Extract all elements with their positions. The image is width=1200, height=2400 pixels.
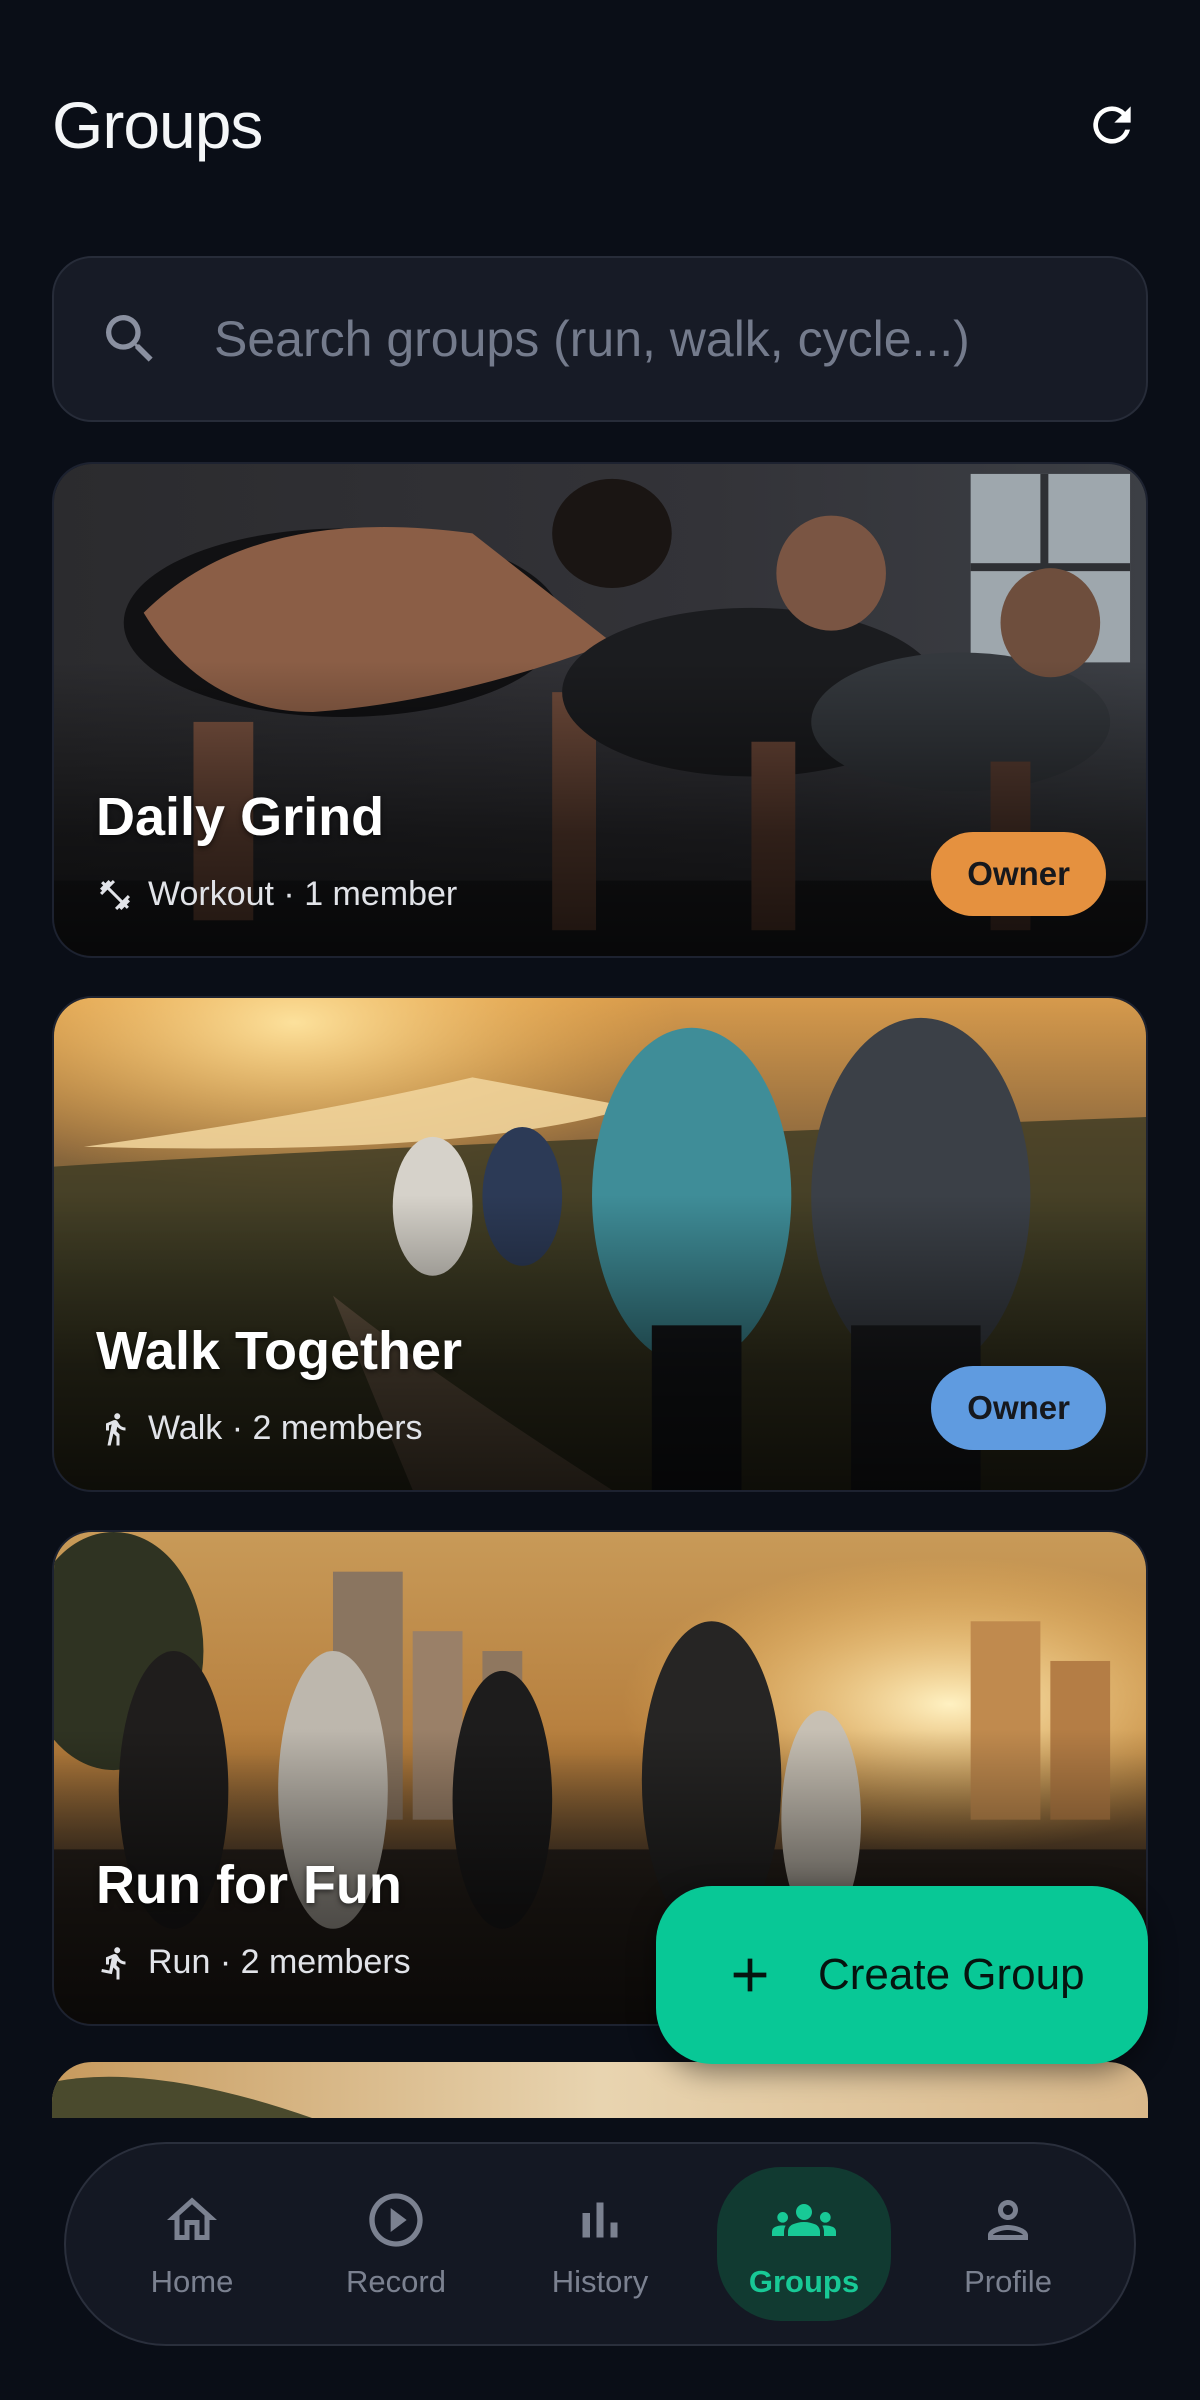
run-icon xyxy=(96,1944,134,1982)
search-input[interactable] xyxy=(214,310,1102,368)
home-icon xyxy=(160,2188,224,2252)
group-cover-image xyxy=(52,2062,1148,2118)
group-card-daily-grind[interactable]: Daily Grind Workout · 1 member Owner xyxy=(52,462,1148,958)
group-meta: Run · 2 members xyxy=(96,1943,411,1982)
nav-label-history: History xyxy=(551,2264,649,2299)
plus-icon xyxy=(733,1958,767,1992)
bar-chart-icon xyxy=(568,2188,632,2252)
person-icon xyxy=(976,2188,1040,2252)
nav-item-groups[interactable]: Groups xyxy=(717,2167,891,2321)
refresh-icon xyxy=(1093,106,1131,144)
group-name: Walk Together xyxy=(96,1321,463,1381)
bottom-nav: Home Record History Groups Profile xyxy=(64,2142,1136,2346)
search-bar[interactable] xyxy=(52,256,1148,422)
nav-label-home: Home xyxy=(150,2264,234,2299)
group-name: Daily Grind xyxy=(96,787,385,847)
search-icon xyxy=(106,315,153,362)
group-card-partial[interactable] xyxy=(52,2062,1148,2118)
group-card-walk-together[interactable]: Walk Together Walk · 2 members Owner xyxy=(52,996,1148,1492)
group-name: Run for Fun xyxy=(96,1855,402,1915)
groups-icon xyxy=(772,2188,836,2252)
owner-badge: Owner xyxy=(931,832,1106,916)
group-meta: Walk · 2 members xyxy=(96,1409,423,1448)
page-title: Groups xyxy=(52,88,263,162)
nav-item-history[interactable]: History xyxy=(513,2167,687,2321)
nav-label-profile: Profile xyxy=(964,2264,1052,2299)
nav-item-record[interactable]: Record xyxy=(309,2167,483,2321)
header: Groups xyxy=(52,80,1148,170)
group-meta: Workout · 1 member xyxy=(96,875,457,914)
nav-label-groups: Groups xyxy=(748,2264,860,2299)
nav-label-record: Record xyxy=(346,2264,446,2299)
create-group-label: Create Group xyxy=(818,1950,1085,1999)
create-group-button[interactable]: Create Group xyxy=(656,1886,1148,2064)
workout-icon xyxy=(96,876,134,914)
play-circle-icon xyxy=(364,2188,428,2252)
nav-item-profile[interactable]: Profile xyxy=(921,2167,1095,2321)
walk-icon xyxy=(96,1410,134,1448)
refresh-button[interactable] xyxy=(1076,89,1148,161)
nav-item-home[interactable]: Home xyxy=(105,2167,279,2321)
owner-badge: Owner xyxy=(931,1366,1106,1450)
